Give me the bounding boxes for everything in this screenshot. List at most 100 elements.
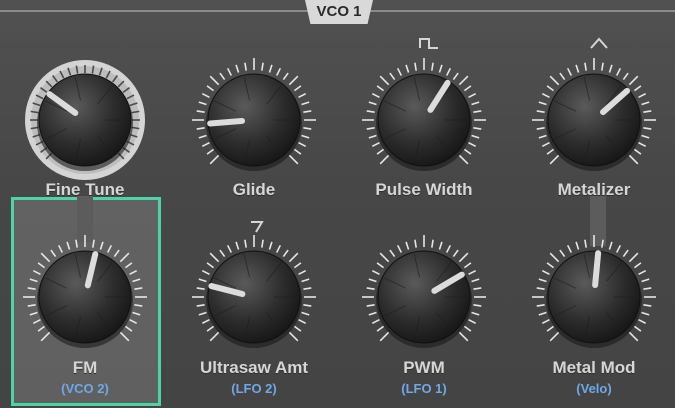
knob-tick: [622, 72, 629, 81]
knob-tick: [301, 134, 310, 139]
knob-tick: [471, 134, 480, 139]
knob-tick: [601, 62, 604, 71]
knob-tick: [549, 331, 560, 342]
knob-tick: [445, 67, 452, 76]
fm-knob[interactable]: [10, 222, 160, 372]
knob-tick: [473, 304, 482, 307]
knob-tick: [206, 85, 215, 92]
knob-tick: [201, 269, 210, 276]
knob-tick: [458, 75, 469, 86]
knob-tick: [641, 134, 650, 139]
knob-tick: [643, 287, 652, 290]
knob-tick: [379, 75, 390, 86]
fine-tune-label: Fine Tune: [45, 180, 125, 199]
knob-tick: [458, 252, 469, 263]
knob-tick: [458, 154, 469, 165]
knob-tick: [379, 331, 390, 342]
knob-tick: [538, 134, 547, 139]
knob-tick: [458, 331, 469, 342]
knob-tick: [366, 110, 375, 113]
knob-tick: [396, 67, 403, 76]
knob-tick: [473, 287, 482, 290]
knob-tick: [27, 287, 36, 290]
knob-tick: [376, 148, 385, 155]
knob-tick: [549, 75, 560, 86]
knob-tick: [371, 318, 380, 325]
knob-tick: [282, 72, 289, 81]
knob-tick: [368, 134, 377, 139]
knob-tick: [303, 127, 312, 130]
knob-tick: [40, 331, 51, 342]
metal-mod-knob[interactable]: [519, 222, 669, 372]
knob-tick: [559, 72, 566, 81]
section-title: VCO 1: [305, 0, 373, 24]
knob-indicator: [207, 117, 246, 127]
knob-tick: [235, 241, 240, 250]
knob-tick: [471, 311, 480, 316]
glide-knob[interactable]: [179, 45, 329, 195]
fine-tune-knob[interactable]: [10, 45, 160, 195]
knob-tick: [201, 92, 210, 99]
triangle-wave-icon: [590, 37, 608, 49]
knob-tick: [633, 262, 642, 269]
knob-tick: [366, 127, 375, 130]
saw-wave-icon: [251, 221, 264, 233]
knob-tick: [468, 92, 477, 99]
knob-tick: [608, 64, 613, 73]
knob-tick: [134, 304, 143, 307]
knob-tick: [57, 244, 64, 253]
ultrasaw-amt-knob[interactable]: [179, 222, 329, 372]
knob-tick: [288, 331, 299, 342]
knob-tick: [32, 318, 41, 325]
knob-tick: [196, 127, 205, 130]
knob-tick: [29, 278, 38, 283]
pwm-knob[interactable]: [349, 222, 499, 372]
pulse-width-knob[interactable]: [349, 45, 499, 195]
knob-tick: [643, 127, 652, 130]
knob-tick: [546, 85, 555, 92]
knob-tick: [201, 318, 210, 325]
knob-tick: [431, 62, 434, 71]
knob-tick: [198, 311, 207, 316]
knob-tick: [405, 64, 410, 73]
knob-tick: [275, 67, 282, 76]
knob-tick: [275, 244, 282, 253]
knob-tick: [628, 154, 639, 165]
knob-tick: [132, 278, 141, 283]
metalizer-knob[interactable]: [519, 45, 669, 195]
knob-tick: [293, 262, 302, 269]
knob-tick: [438, 241, 443, 250]
knob-tick: [389, 72, 396, 81]
knob-tick: [134, 287, 143, 290]
knob-tick: [206, 148, 215, 155]
knob-tick: [298, 92, 307, 99]
knob-tick: [196, 110, 205, 113]
knob-tick: [641, 311, 650, 316]
knob-tick: [106, 244, 113, 253]
knob-tick: [641, 101, 650, 106]
knob-tick: [119, 252, 130, 263]
knob-tick: [473, 110, 482, 113]
knob-tick: [536, 304, 545, 307]
knob-tick: [584, 239, 587, 248]
knob-tick: [298, 141, 307, 148]
knob-tick: [463, 85, 472, 92]
fm-mod-source: (VCO 2): [61, 381, 109, 396]
knob-tick: [196, 287, 205, 290]
knob-tick: [431, 239, 434, 248]
knob-tick: [303, 110, 312, 113]
ultrasaw-amt-mod-source: (LFO 2): [231, 381, 277, 396]
knob-tick: [471, 278, 480, 283]
knob-tick: [546, 262, 555, 269]
knob-tick: [468, 269, 477, 276]
knob-tick: [50, 249, 57, 258]
knob-tick: [366, 287, 375, 290]
knob-tick: [293, 148, 302, 155]
vco1-panel: VCO 1 Fine Tune Glide Pulse Width Metali…: [0, 0, 675, 408]
knob-tick: [368, 311, 377, 316]
knob-tick: [471, 101, 480, 106]
knob-tick: [549, 154, 560, 165]
knob-tick: [628, 252, 639, 263]
metalizer-label: Metalizer: [557, 180, 631, 199]
knob-tick: [376, 85, 385, 92]
